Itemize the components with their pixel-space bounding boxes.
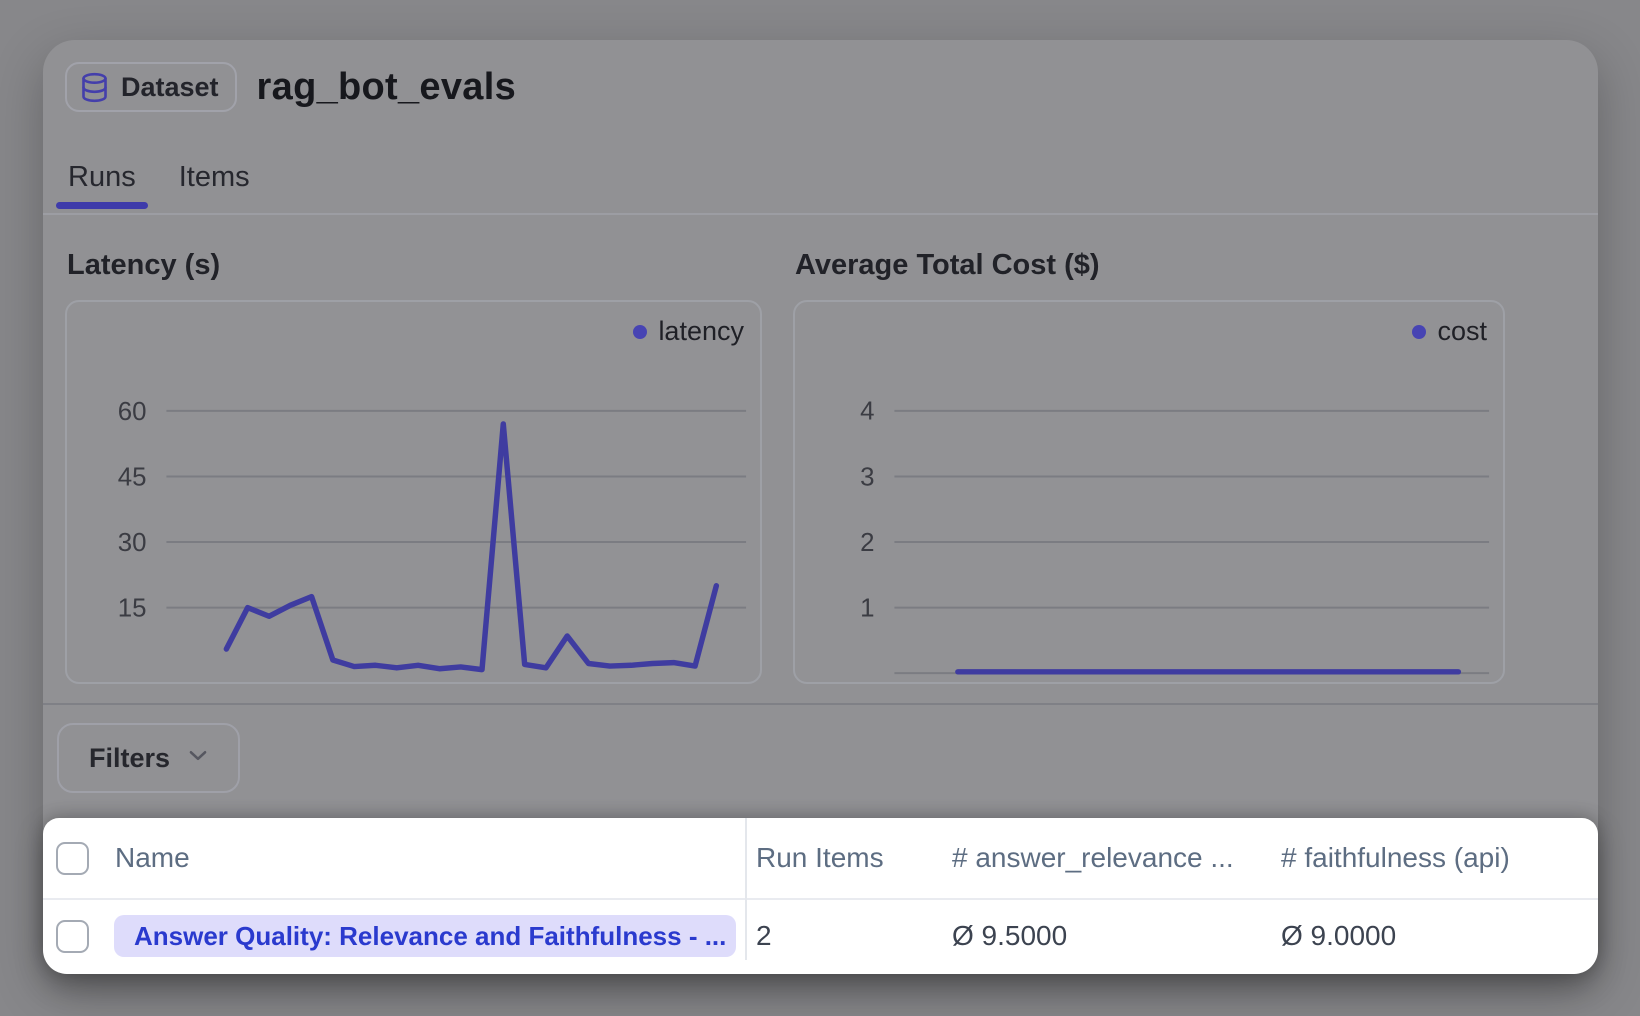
- svg-text:15: 15: [118, 595, 147, 623]
- runs-table: Name Run Items # answer_relevance ... # …: [43, 818, 1598, 974]
- svg-text:60: 60: [118, 398, 147, 426]
- row-checkbox[interactable]: [56, 920, 89, 953]
- cost-chart-card: cost 1 2 3 4: [793, 300, 1505, 684]
- cost-legend[interactable]: cost: [1412, 316, 1487, 347]
- column-header-answer-relevance: # answer_relevance ...: [952, 842, 1281, 874]
- select-all-checkbox[interactable]: [56, 842, 89, 875]
- svg-text:30: 30: [118, 529, 147, 557]
- cost-chart-title: Average Total Cost ($): [795, 250, 1505, 280]
- latency-chart-title: Latency (s): [67, 250, 762, 280]
- dataset-badge-label: Dataset: [121, 72, 219, 103]
- chevron-down-icon: [185, 742, 211, 775]
- column-header-faithfulness: # faithfulness (api): [1281, 842, 1598, 874]
- row-faithfulness-value: Ø 9.0000: [1281, 920, 1598, 952]
- filters-button-label: Filters: [89, 743, 170, 774]
- filters-divider: [43, 703, 1598, 705]
- cost-legend-label: cost: [1437, 316, 1487, 347]
- table-header-row: Name Run Items # answer_relevance ... # …: [43, 818, 1598, 900]
- cost-line-chart: 1 2 3 4: [795, 302, 1503, 682]
- tab-items-label: Items: [179, 161, 250, 193]
- screen: Dataset rag_bot_evals Runs Items Latency…: [0, 0, 1640, 1016]
- tab-runs-label: Runs: [68, 161, 136, 193]
- svg-text:2: 2: [860, 529, 874, 557]
- latency-chart-section: Latency (s) latency 15 30 45 60: [65, 250, 762, 684]
- tab-items[interactable]: Items: [167, 160, 262, 213]
- database-icon: [78, 71, 111, 104]
- svg-text:1: 1: [860, 595, 874, 623]
- latency-legend-label: latency: [658, 316, 744, 347]
- svg-text:4: 4: [860, 398, 874, 426]
- charts-row: Latency (s) latency 15 30 45 60 Average Tot…: [43, 215, 1598, 684]
- column-header-name: Name: [113, 842, 745, 874]
- row-answer-relevance-value: Ø 9.5000: [952, 920, 1281, 952]
- row-name-cell: Answer Quality: Relevance and Faithfulne…: [113, 915, 745, 957]
- dataset-panel: Dataset rag_bot_evals Runs Items Latency…: [43, 40, 1598, 974]
- cost-legend-dot-icon: [1412, 325, 1426, 339]
- page-title: rag_bot_evals: [257, 66, 516, 109]
- svg-text:45: 45: [118, 463, 147, 491]
- latency-legend-dot-icon: [633, 325, 647, 339]
- svg-text:3: 3: [860, 463, 874, 491]
- latency-legend[interactable]: latency: [633, 316, 744, 347]
- filters-button[interactable]: Filters: [57, 723, 240, 793]
- table-row: Answer Quality: Relevance and Faithfulne…: [43, 900, 1598, 972]
- tab-bar: Runs Items: [43, 160, 1598, 215]
- column-header-run-items: Run Items: [745, 842, 952, 874]
- latency-chart-card: latency 15 30 45 60: [65, 300, 762, 684]
- run-name-link[interactable]: Answer Quality: Relevance and Faithfulne…: [114, 915, 736, 957]
- row-select-cell: [43, 920, 113, 953]
- dataset-badge: Dataset: [65, 62, 237, 112]
- panel-header: Dataset rag_bot_evals: [43, 40, 1598, 112]
- cost-chart-section: Average Total Cost ($) cost 1 2 3 4: [793, 250, 1505, 684]
- tab-runs[interactable]: Runs: [56, 160, 148, 213]
- row-run-items-value: 2: [745, 920, 952, 952]
- latency-line-chart: 15 30 45 60: [67, 302, 760, 682]
- select-all-cell: [43, 842, 113, 875]
